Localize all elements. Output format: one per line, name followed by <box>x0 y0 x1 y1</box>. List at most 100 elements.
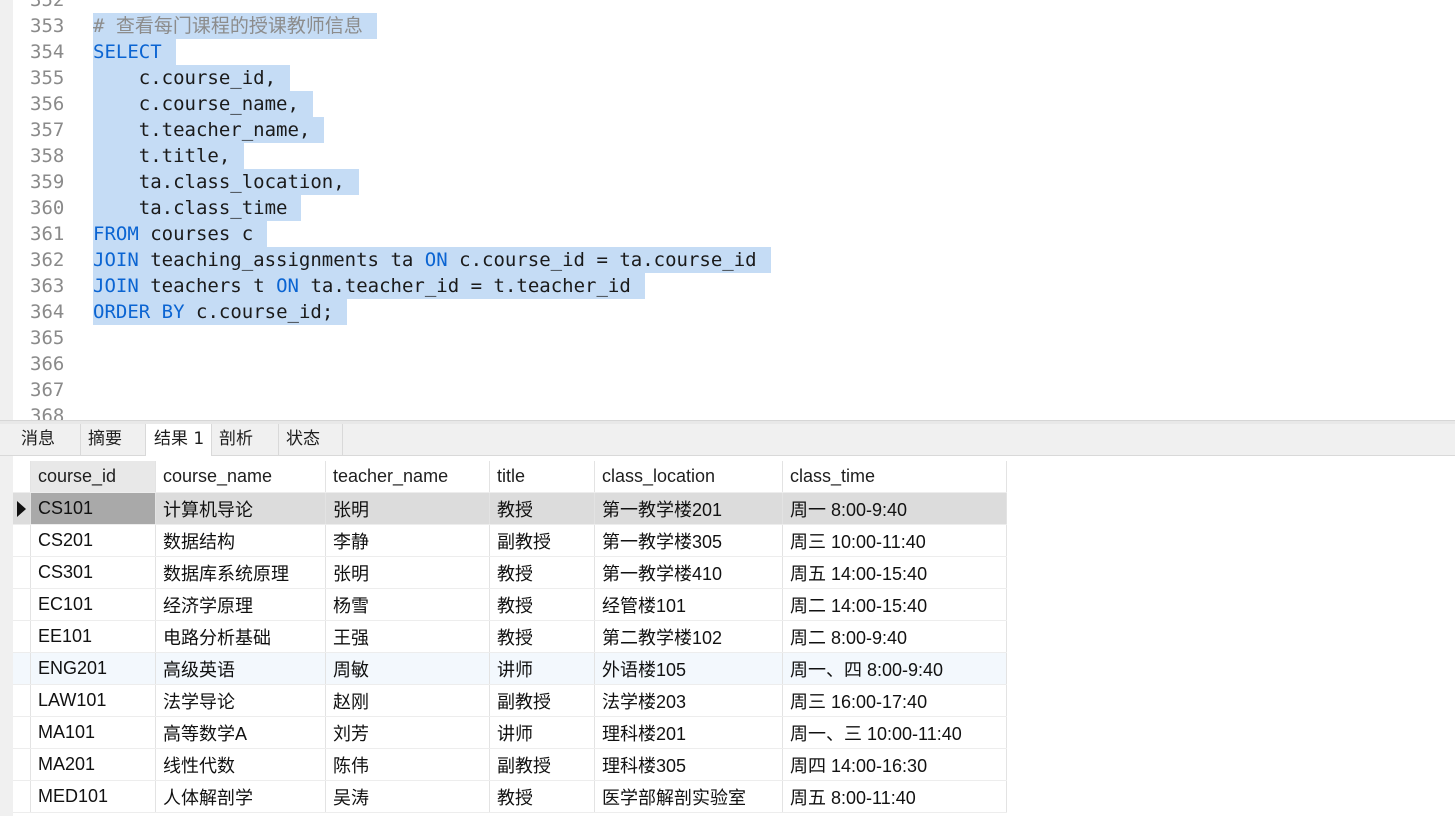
row-indicator[interactable] <box>13 492 31 525</box>
cell-title[interactable]: 副教授 <box>489 748 595 781</box>
cell-teacher-name[interactable]: 陈伟 <box>325 748 490 781</box>
cell-course-name[interactable]: 人体解剖学 <box>155 780 326 813</box>
cell-course-id[interactable]: CS301 <box>30 556 156 589</box>
sql-token: c.course_id <box>459 249 585 271</box>
cell-title[interactable]: 教授 <box>489 780 595 813</box>
cell-course-name[interactable]: 计算机导论 <box>155 492 326 525</box>
cell-class-location[interactable]: 理科楼305 <box>594 748 783 781</box>
row-indicator[interactable] <box>13 716 31 749</box>
cell-course-id[interactable]: EC101 <box>30 588 156 621</box>
table-row[interactable]: LAW101 法学导论 赵刚 副教授 法学楼203 周三 16:00-17:40 <box>13 684 1007 717</box>
column-header-teacher-name[interactable]: teacher_name <box>325 461 490 493</box>
cell-class-time[interactable]: 周五 14:00-15:40 <box>782 556 1007 589</box>
column-header-course-name[interactable]: course_name <box>155 461 326 493</box>
cell-course-id[interactable]: MA101 <box>30 716 156 749</box>
cell-class-location[interactable]: 理科楼201 <box>594 716 783 749</box>
cell-class-time[interactable]: 周二 14:00-15:40 <box>782 588 1007 621</box>
cell-course-name[interactable]: 线性代数 <box>155 748 326 781</box>
sql-token: c.course_id; <box>196 301 334 323</box>
column-header-course-id[interactable]: course_id <box>30 461 156 493</box>
cell-teacher-name[interactable]: 李静 <box>325 524 490 557</box>
row-indicator[interactable] <box>13 588 31 621</box>
row-indicator[interactable] <box>13 748 31 781</box>
cell-title[interactable]: 讲师 <box>489 652 595 685</box>
cell-title[interactable]: 副教授 <box>489 524 595 557</box>
cell-course-name[interactable]: 经济学原理 <box>155 588 326 621</box>
cell-teacher-name[interactable]: 张明 <box>325 556 490 589</box>
table-row[interactable]: ENG201 高级英语 周敏 讲师 外语楼105 周一、四 8:00-9:40 <box>13 652 1007 685</box>
column-header-class-time[interactable]: class_time <box>782 461 1007 493</box>
cell-class-location[interactable]: 第一教学楼410 <box>594 556 783 589</box>
row-indicator[interactable] <box>13 524 31 557</box>
table-row[interactable]: EE101 电路分析基础 王强 教授 第二教学楼102 周二 8:00-9:40 <box>13 620 1007 653</box>
tab-result-1[interactable]: 结果 1 <box>145 424 212 456</box>
tab-messages[interactable]: 消息 <box>13 424 81 455</box>
cell-class-location[interactable]: 经管楼101 <box>594 588 783 621</box>
cell-title[interactable]: 教授 <box>489 556 595 589</box>
row-indicator[interactable] <box>13 780 31 813</box>
cell-title[interactable]: 讲师 <box>489 716 595 749</box>
tab-profile[interactable]: 剖析 <box>211 424 279 455</box>
cell-teacher-name[interactable]: 张明 <box>325 492 490 525</box>
row-indicator[interactable] <box>13 652 31 685</box>
column-header-class-location[interactable]: class_location <box>594 461 783 493</box>
column-header-title[interactable]: title <box>489 461 595 493</box>
cell-course-name[interactable]: 高等数学A <box>155 716 326 749</box>
row-indicator[interactable] <box>13 684 31 717</box>
table-row[interactable]: CS301 数据库系统原理 张明 教授 第一教学楼410 周五 14:00-15:40 <box>13 556 1007 589</box>
cell-class-time[interactable]: 周五 8:00-11:40 <box>782 780 1007 813</box>
cell-class-location[interactable]: 第一教学楼201 <box>594 492 783 525</box>
cell-class-time[interactable]: 周四 14:00-16:30 <box>782 748 1007 781</box>
table-row[interactable]: MA101 高等数学A 刘芳 讲师 理科楼201 周一、三 10:00-11:40 <box>13 716 1007 749</box>
tab-summary[interactable]: 摘要 <box>80 424 146 455</box>
cell-teacher-name[interactable]: 王强 <box>325 620 490 653</box>
cell-teacher-name[interactable]: 吴涛 <box>325 780 490 813</box>
row-indicator[interactable] <box>13 620 31 653</box>
cell-course-name[interactable]: 数据库系统原理 <box>155 556 326 589</box>
cell-title[interactable]: 教授 <box>489 588 595 621</box>
cell-class-time[interactable]: 周一 8:00-9:40 <box>782 492 1007 525</box>
cell-class-time[interactable]: 周三 10:00-11:40 <box>782 524 1007 557</box>
cell-teacher-name[interactable]: 赵刚 <box>325 684 490 717</box>
cell-teacher-name[interactable]: 刘芳 <box>325 716 490 749</box>
cell-course-name[interactable]: 电路分析基础 <box>155 620 326 653</box>
table-row[interactable]: CS201 数据结构 李静 副教授 第一教学楼305 周三 10:00-11:40 <box>13 524 1007 557</box>
cell-course-id[interactable]: MED101 <box>30 780 156 813</box>
cell-course-name[interactable]: 高级英语 <box>155 652 326 685</box>
result-grid[interactable]: course_id course_name teacher_name title… <box>13 461 1007 813</box>
cell-class-time[interactable]: 周三 16:00-17:40 <box>782 684 1007 717</box>
cell-teacher-name[interactable]: 杨雪 <box>325 588 490 621</box>
cell-class-time[interactable]: 周二 8:00-9:40 <box>782 620 1007 653</box>
table-row[interactable]: CS101 计算机导论 张明 教授 第一教学楼201 周一 8:00-9:40 <box>13 492 1007 525</box>
sql-token: t <box>253 275 265 297</box>
table-row[interactable]: EC101 经济学原理 杨雪 教授 经管楼101 周二 14:00-15:40 <box>13 588 1007 621</box>
cell-title[interactable]: 教授 <box>489 620 595 653</box>
cell-class-location[interactable]: 外语楼105 <box>594 652 783 685</box>
cell-class-location[interactable]: 法学楼203 <box>594 684 783 717</box>
cell-class-time[interactable]: 周一、四 8:00-9:40 <box>782 652 1007 685</box>
cell-title[interactable]: 副教授 <box>489 684 595 717</box>
cell-course-id[interactable]: CS101 <box>30 492 156 525</box>
cell-class-time[interactable]: 周一、三 10:00-11:40 <box>782 716 1007 749</box>
sql-token: ta.class_time <box>138 197 288 219</box>
sql-editor[interactable]: 352 353 # 查看每门课程的授课教师信息 354 SELECT 355 c.cour… <box>0 0 1455 420</box>
table-row[interactable]: MA201 线性代数 陈伟 副教授 理科楼305 周四 14:00-16:30 <box>13 748 1007 781</box>
cell-course-name[interactable]: 数据结构 <box>155 524 326 557</box>
cell-teacher-name[interactable]: 周敏 <box>325 652 490 685</box>
cell-class-location[interactable]: 第二教学楼102 <box>594 620 783 653</box>
cell-class-location[interactable]: 医学部解剖实验室 <box>594 780 783 813</box>
cell-title[interactable]: 教授 <box>489 492 595 525</box>
cell-course-id[interactable]: ENG201 <box>30 652 156 685</box>
tab-status[interactable]: 状态 <box>278 424 343 455</box>
code-text: t.teacher_name, <box>93 117 325 143</box>
cell-course-id[interactable]: CS201 <box>30 524 156 557</box>
cell-course-id[interactable]: EE101 <box>30 620 156 653</box>
cell-course-id[interactable]: MA201 <box>30 748 156 781</box>
row-indicator[interactable] <box>13 556 31 589</box>
cell-class-location[interactable]: 第一教学楼305 <box>594 524 783 557</box>
table-row[interactable]: MED101 人体解剖学 吴涛 教授 医学部解剖实验室 周五 8:00-11:40 <box>13 780 1007 813</box>
cell-course-id[interactable]: LAW101 <box>30 684 156 717</box>
cell-course-name[interactable]: 法学导论 <box>155 684 326 717</box>
